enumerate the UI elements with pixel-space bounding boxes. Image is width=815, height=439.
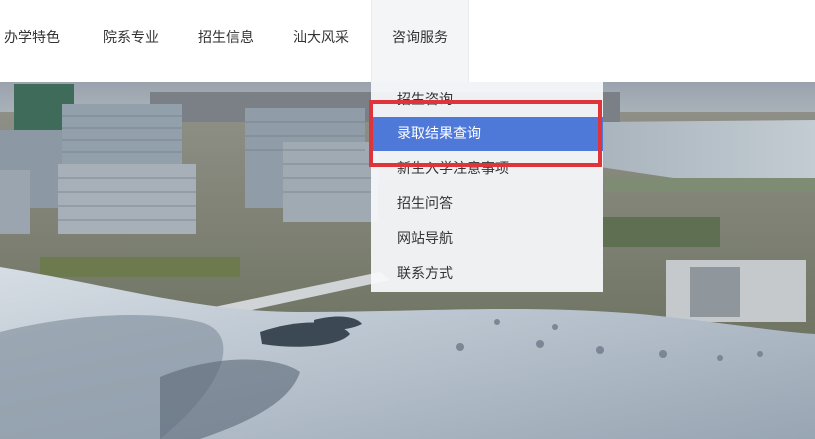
- dropdown-item-contact[interactable]: 联系方式: [371, 257, 603, 291]
- dropdown-item-site-navigation[interactable]: 网站导航: [371, 222, 603, 256]
- nav-item-features[interactable]: 办学特色: [4, 0, 60, 82]
- nav-item-admission-info[interactable]: 招生信息: [198, 0, 254, 82]
- dropdown-item-admission-result-query[interactable]: 录取结果查询: [371, 117, 603, 151]
- consulting-services-dropdown: 招生咨询 录取结果查询 新生入学注意事项 招生问答 网站导航 联系方式: [371, 82, 603, 292]
- top-navigation: 办学特色 院系专业 招生信息 汕大风采 咨询服务: [0, 0, 815, 82]
- nav-item-departments[interactable]: 院系专业: [103, 0, 159, 82]
- dropdown-item-admission-faq[interactable]: 招生问答: [371, 187, 603, 221]
- dropdown-item-admission-consult[interactable]: 招生咨询: [371, 83, 603, 117]
- nav-item-consulting-services[interactable]: 咨询服务: [371, 0, 469, 82]
- dropdown-item-freshman-notes[interactable]: 新生入学注意事项: [371, 152, 603, 186]
- nav-item-campus-style[interactable]: 汕大风采: [293, 0, 349, 82]
